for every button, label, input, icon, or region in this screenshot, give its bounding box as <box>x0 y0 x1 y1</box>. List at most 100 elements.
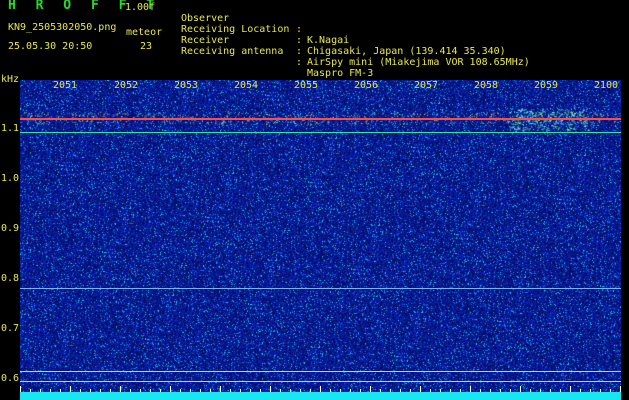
minute-tick <box>490 389 491 392</box>
minute-tick <box>340 389 341 392</box>
minute-tick <box>470 386 471 392</box>
minute-tick <box>610 389 611 392</box>
minute-tick <box>180 389 181 392</box>
x-tick-label: 2051 <box>53 80 78 91</box>
minute-tick <box>210 389 211 392</box>
baseline-band <box>20 392 621 400</box>
info-key: Receiving antenna <box>181 46 284 57</box>
minute-tick <box>580 389 581 392</box>
minute-tick <box>70 386 71 392</box>
info-separator: : <box>296 46 303 57</box>
minute-tick <box>120 386 121 392</box>
station-info-panel: Observer : K.Nagai Receiving Location : … <box>181 2 530 79</box>
minute-tick <box>90 389 91 392</box>
x-tick-label: 2055 <box>294 80 319 91</box>
minute-tick <box>600 389 601 392</box>
meteor-label: meteor <box>126 27 163 38</box>
minute-tick <box>260 389 261 392</box>
minute-tick <box>280 389 281 392</box>
minute-tick <box>350 389 351 392</box>
minute-tick <box>430 389 431 392</box>
info-separator: : <box>296 35 303 46</box>
harmonic-line <box>20 132 621 133</box>
spectrogram-canvas <box>20 80 621 400</box>
y-tick-label: 0.7 <box>1 323 20 334</box>
hroft-spectrogram-window: H R O F F T 1.00f KN9_2505302050.png 25.… <box>0 0 629 400</box>
info-value: AirSpy mini (Miakejima VOR 108.65MHz) <box>307 57 530 68</box>
minute-tick <box>100 389 101 392</box>
minute-tick <box>530 389 531 392</box>
minute-tick <box>560 389 561 392</box>
minute-tick <box>390 389 391 392</box>
minute-tick <box>110 389 111 392</box>
spectrogram-plot: 2051 2052 2053 2054 2055 2056 2057 2058 … <box>20 80 621 400</box>
minute-tick <box>240 389 241 392</box>
minute-tick <box>510 389 511 392</box>
minute-tick <box>420 386 421 392</box>
y-tick-label: 1.0 <box>1 173 20 184</box>
meteor-count: 23 <box>140 41 153 52</box>
minute-tick <box>370 386 371 392</box>
reference-line <box>20 371 621 372</box>
y-tick-label: 0.8 <box>1 273 20 284</box>
x-tick-label: 2056 <box>354 80 379 91</box>
info-value: K.Nagai <box>307 35 350 46</box>
minute-tick <box>410 389 411 392</box>
minute-tick <box>360 389 361 392</box>
x-tick-label: 2053 <box>174 80 199 91</box>
minute-tick <box>190 389 191 392</box>
info-row-location: Receiving Location : Chigasaki, Japan (1… <box>181 13 506 57</box>
y-tick-label: 0.9 <box>1 223 20 234</box>
minute-tick <box>150 389 151 392</box>
minute-tick <box>310 389 311 392</box>
minute-tick <box>50 389 51 392</box>
carrier-signal-line <box>20 118 621 120</box>
minute-tick <box>380 389 381 392</box>
x-tick-label: 2058 <box>474 80 499 91</box>
x-tick-label: 2052 <box>114 80 139 91</box>
minute-tick <box>440 389 441 392</box>
minute-tick <box>590 389 591 392</box>
info-row-receiver: Receiver : AirSpy mini (Miakejima VOR 10… <box>181 24 530 68</box>
minute-tick <box>290 389 291 392</box>
minute-tick <box>300 389 301 392</box>
minute-tick <box>320 386 321 392</box>
minute-tick <box>500 389 501 392</box>
minute-tick <box>450 389 451 392</box>
minute-tick <box>460 389 461 392</box>
minute-tick <box>20 386 21 392</box>
minute-tick <box>330 389 331 392</box>
info-separator: : <box>296 24 303 35</box>
minute-tick <box>40 389 41 392</box>
minute-tick <box>30 389 31 392</box>
info-value: Chigasaki, Japan (139.414 35.340) <box>307 46 506 57</box>
datetime-label: 25.05.30 20:50 <box>8 41 93 52</box>
minute-tick <box>550 389 551 392</box>
minute-tick <box>270 386 271 392</box>
x-tick-label: 2057 <box>414 80 439 91</box>
y-tick-label: 0.6 <box>1 373 20 384</box>
minute-tick <box>80 389 81 392</box>
reference-line <box>20 381 621 382</box>
x-tick-label: 2100 <box>594 80 619 91</box>
x-tick-label: 2059 <box>534 80 559 91</box>
filename-label: KN9_2505302050.png <box>8 22 117 33</box>
minute-tick <box>170 386 171 392</box>
reference-line <box>20 288 621 289</box>
minute-tick <box>570 386 571 392</box>
minute-tick <box>200 389 201 392</box>
minute-tick <box>220 386 221 392</box>
info-row-antenna: Receiving antenna : Maspro FM-3 <box>181 35 373 79</box>
x-tick-label: 2054 <box>234 80 259 91</box>
version-label: 1.00f <box>125 2 156 13</box>
minute-tick <box>130 389 131 392</box>
minute-tick <box>540 389 541 392</box>
minute-tick <box>480 389 481 392</box>
minute-tick <box>520 386 521 392</box>
y-tick-label: 1.1 <box>1 123 20 134</box>
info-value: Maspro FM-3 <box>307 68 374 79</box>
y-axis-unit: kHz <box>1 74 20 85</box>
minute-tick <box>400 389 401 392</box>
info-row-observer: Observer : K.Nagai <box>181 2 349 46</box>
minute-tick <box>620 386 621 392</box>
